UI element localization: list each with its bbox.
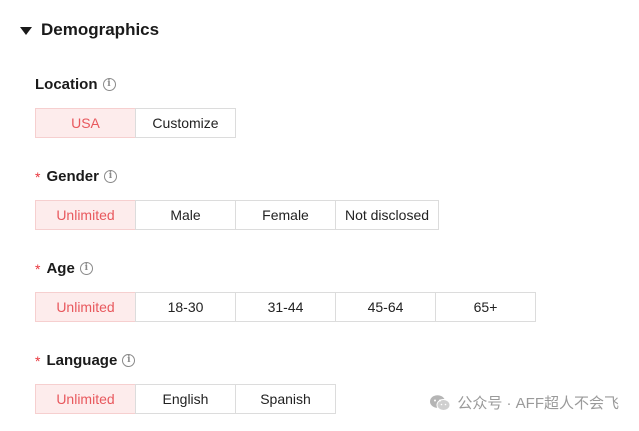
age-option-45-64[interactable]: 45-64: [335, 292, 436, 322]
location-options: USA Customize: [35, 108, 236, 138]
age-option-31-44[interactable]: 31-44: [235, 292, 336, 322]
gender-options: Unlimited Male Female Not disclosed: [35, 200, 439, 230]
location-option-usa[interactable]: USA: [35, 108, 136, 138]
wechat-icon: [430, 394, 451, 411]
gender-option-female[interactable]: Female: [235, 200, 336, 230]
gender-option-not-disclosed[interactable]: Not disclosed: [335, 200, 439, 230]
language-label: Language: [46, 351, 118, 369]
age-option-65-plus[interactable]: 65+: [435, 292, 536, 322]
gender-field: * Gender i Unlimited Male Female Not dis…: [35, 166, 439, 230]
age-options: Unlimited 18-30 31-44 45-64 65+: [35, 292, 536, 322]
language-option-spanish[interactable]: Spanish: [235, 384, 336, 414]
gender-label: Gender: [46, 167, 99, 185]
info-icon[interactable]: i: [122, 353, 136, 367]
required-asterisk: *: [35, 261, 41, 277]
section-title: Demographics: [41, 20, 160, 39]
gender-option-male[interactable]: Male: [135, 200, 236, 230]
age-option-18-30[interactable]: 18-30: [135, 292, 236, 322]
info-icon[interactable]: i: [103, 169, 117, 183]
language-field: * Language i Unlimited English Spanish: [35, 350, 336, 414]
language-options: Unlimited English Spanish: [35, 384, 336, 414]
caret-down-icon: [20, 26, 32, 35]
info-icon[interactable]: i: [79, 261, 93, 275]
watermark-text: 公众号 · AFF超人不会飞: [457, 395, 619, 412]
location-option-customize[interactable]: Customize: [135, 108, 236, 138]
age-field: * Age i Unlimited 18-30 31-44 45-64 65+: [35, 258, 536, 322]
watermark: 公众号 · AFF超人不会飞: [429, 392, 619, 413]
required-asterisk: *: [35, 353, 41, 369]
gender-label-row: * Gender i: [35, 166, 439, 186]
info-icon[interactable]: i: [102, 77, 116, 91]
demographics-section-toggle[interactable]: Demographics: [20, 18, 159, 42]
language-label-row: * Language i: [35, 350, 336, 370]
location-field: Location i USA Customize: [35, 74, 236, 138]
gender-option-unlimited[interactable]: Unlimited: [35, 200, 136, 230]
age-label-row: * Age i: [35, 258, 536, 278]
language-option-unlimited[interactable]: Unlimited: [35, 384, 136, 414]
location-label-row: Location i: [35, 74, 236, 94]
age-label: Age: [46, 259, 75, 277]
location-label: Location: [35, 75, 98, 93]
language-option-english[interactable]: English: [135, 384, 236, 414]
required-asterisk: *: [35, 169, 41, 185]
age-option-unlimited[interactable]: Unlimited: [35, 292, 136, 322]
